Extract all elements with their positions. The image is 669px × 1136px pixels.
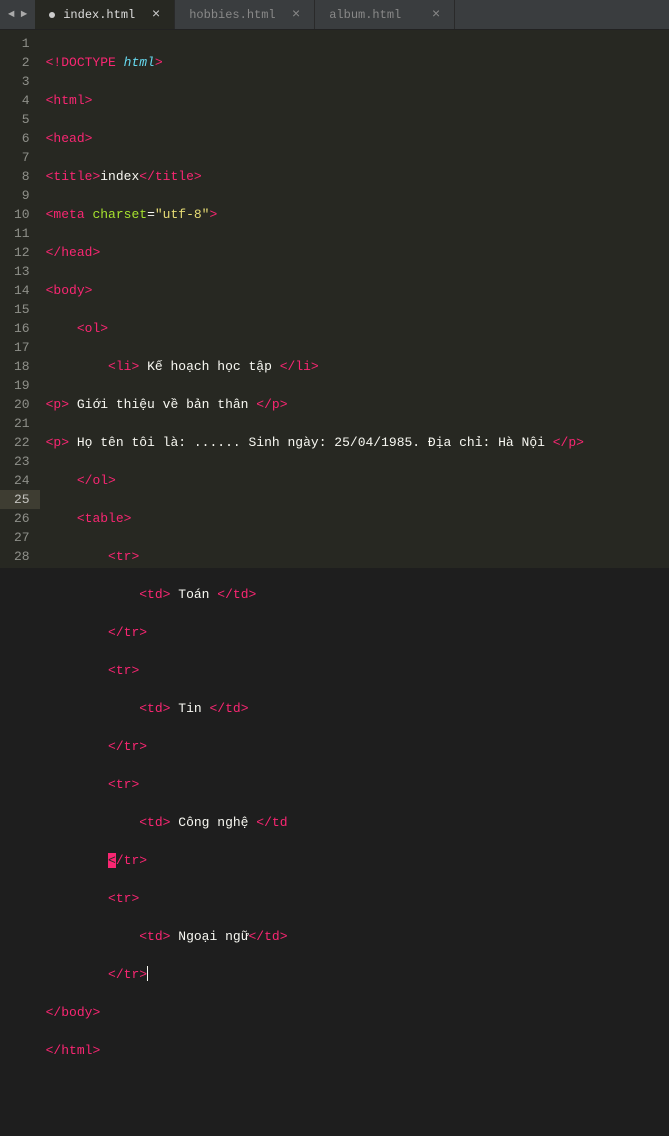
line-number-gutter: 1234567891011121314151617181920212223242… <box>0 30 40 568</box>
line-number: 23 <box>14 452 30 471</box>
line-number: 7 <box>14 148 30 167</box>
tab-hobbies[interactable]: hobbies.html × <box>175 0 315 29</box>
line-number: 24 <box>14 471 30 490</box>
line-number: 3 <box>14 72 30 91</box>
line-number: 20 <box>14 395 30 414</box>
line-number: 18 <box>14 357 30 376</box>
line-number: 17 <box>14 338 30 357</box>
close-icon[interactable]: × <box>292 7 300 23</box>
close-icon[interactable]: × <box>432 7 440 23</box>
line-number: 10 <box>14 205 30 224</box>
line-number: 25 <box>0 490 40 509</box>
line-number: 6 <box>14 129 30 148</box>
line-number: 9 <box>14 186 30 205</box>
line-number: 1 <box>14 34 30 53</box>
tab-index[interactable]: index.html × <box>35 0 175 29</box>
tab-label: hobbies.html <box>189 8 278 22</box>
text-cursor <box>147 966 148 981</box>
tab-spacer <box>455 0 669 29</box>
tab-bar: ◄ ► index.html × hobbies.html × album.ht… <box>0 0 669 30</box>
nav-forward-icon[interactable]: ► <box>19 9 30 21</box>
nav-back-icon[interactable]: ◄ <box>6 9 17 21</box>
line-number: 15 <box>14 300 30 319</box>
line-number: 4 <box>14 91 30 110</box>
error-marker: < <box>108 853 116 868</box>
line-number: 2 <box>14 53 30 72</box>
tabs-container: index.html × hobbies.html × album.html × <box>35 0 669 29</box>
code-area[interactable]: <!DOCTYPE html> <html> <head> <title>ind… <box>40 30 669 568</box>
line-number: 28 <box>14 547 30 566</box>
tab-label: album.html <box>329 8 418 22</box>
close-icon[interactable]: × <box>152 7 160 23</box>
tab-label: index.html <box>63 8 138 22</box>
nav-arrows: ◄ ► <box>0 0 35 29</box>
line-number: 26 <box>14 509 30 528</box>
line-number: 19 <box>14 376 30 395</box>
editor: 1234567891011121314151617181920212223242… <box>0 30 669 568</box>
line-number: 22 <box>14 433 30 452</box>
line-number: 11 <box>14 224 30 243</box>
modified-dot-icon <box>49 12 55 18</box>
line-number: 27 <box>14 528 30 547</box>
line-number: 8 <box>14 167 30 186</box>
line-number: 21 <box>14 414 30 433</box>
line-number: 5 <box>14 110 30 129</box>
tab-album[interactable]: album.html × <box>315 0 455 29</box>
line-number: 14 <box>14 281 30 300</box>
line-number: 13 <box>14 262 30 281</box>
line-number: 16 <box>14 319 30 338</box>
line-number: 12 <box>14 243 30 262</box>
